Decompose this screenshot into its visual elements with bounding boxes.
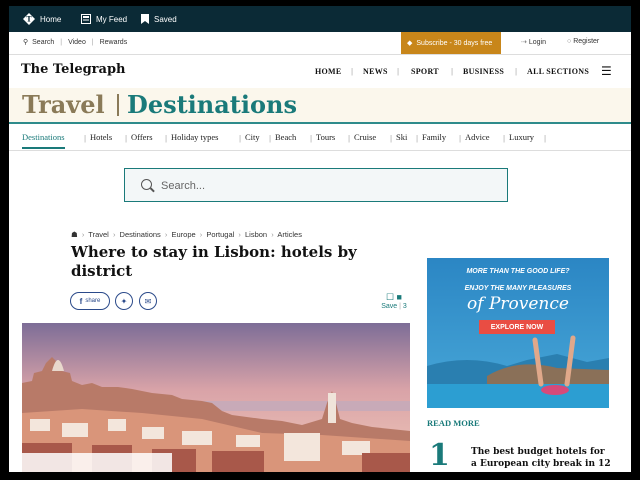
- svg-text:|: |: [125, 134, 127, 143]
- ad-subline: ENJOY THE MANY PLEASURES: [464, 285, 572, 292]
- explore-now-button[interactable]: EXPLORE NOW: [479, 320, 555, 334]
- feed-icon: [81, 14, 91, 24]
- crumb-articles[interactable]: Articles: [277, 230, 302, 239]
- divider: |: [91, 39, 94, 46]
- svg-text:|: |: [84, 134, 86, 143]
- section-title[interactable]: Travel: [22, 90, 105, 119]
- divider: |: [351, 67, 354, 76]
- section-banner: Travel Destinations: [9, 88, 631, 124]
- util-video-link[interactable]: Video: [68, 39, 86, 46]
- read-more-number: 1: [429, 438, 450, 472]
- topbar-my-feed-label: My Feed: [96, 14, 128, 24]
- svg-text:T: T: [26, 15, 32, 24]
- nav-sport[interactable]: SPORT: [411, 67, 439, 76]
- divider: |: [515, 67, 518, 76]
- save-button[interactable]: ☐ ■ Save | 3: [379, 292, 409, 310]
- util-rewards-link[interactable]: Rewards: [100, 39, 128, 46]
- crumb-separator: ›: [112, 230, 116, 239]
- search-icon: [141, 179, 152, 190]
- topbar-saved[interactable]: Saved: [141, 6, 177, 32]
- article-hero-image: [22, 323, 410, 472]
- crumb-separator: ›: [238, 230, 241, 239]
- top-bar: T Home My Feed Saved: [9, 6, 631, 32]
- svg-text:|: |: [310, 134, 312, 143]
- svg-text:|: |: [165, 134, 167, 143]
- svg-text:|: |: [459, 134, 461, 143]
- crumb-separator: ›: [81, 230, 85, 239]
- masthead: The Telegraph HOME | NEWS | SPORT | BUSI…: [9, 54, 631, 88]
- crumb-portugal[interactable]: Portugal: [206, 230, 234, 239]
- user-icon: ○: [567, 38, 572, 45]
- article-headline: Where to stay in Lisbon: hotels by distr…: [71, 243, 357, 280]
- subscribe-button[interactable]: ◆ Subscribe - 30 days free: [401, 32, 501, 54]
- nav-home[interactable]: HOME: [315, 67, 342, 76]
- search-input[interactable]: [159, 177, 493, 195]
- telegraph-logo[interactable]: The Telegraph: [21, 62, 126, 77]
- nav-news[interactable]: NEWS: [363, 67, 388, 76]
- ad-tagline: MORE THAN THE GOOD LIFE?: [466, 268, 570, 275]
- read-more-heading: READ MORE: [427, 418, 480, 428]
- read-more-item-title[interactable]: The best budget hotels for a European ci…: [471, 446, 611, 470]
- svg-text:|: |: [503, 134, 505, 143]
- svg-text:|: |: [544, 134, 546, 143]
- crumb-separator: ›: [164, 230, 168, 239]
- crumb-separator: ›: [199, 230, 203, 239]
- bookmark-icon: [141, 14, 149, 24]
- crumb-travel[interactable]: Travel: [88, 230, 109, 239]
- section-subnav: Destinations Hotels Offers Holiday types…: [9, 124, 631, 151]
- crumb-lisbon[interactable]: Lisbon: [245, 230, 267, 239]
- provence-ad[interactable]: MORE THAN THE GOOD LIFE? ENJOY THE MANY …: [427, 258, 609, 408]
- bookmark-icon: ☐ ■: [385, 292, 402, 302]
- email-share-button[interactable]: ✉: [139, 292, 157, 310]
- divider: [117, 94, 119, 116]
- breadcrumb: ☗ › Travel › Destinations › Europe › Por…: [71, 230, 304, 239]
- topbar-my-feed[interactable]: My Feed: [81, 6, 127, 32]
- crumb-europe[interactable]: Europe: [172, 230, 196, 239]
- browser-page: T Home My Feed Saved ⚲ Search | Video | R…: [9, 6, 631, 472]
- facebook-share-button[interactable]: f share: [70, 292, 110, 310]
- save-label: Save: [381, 303, 398, 310]
- topbar-saved-label: Saved: [154, 14, 177, 24]
- login-link[interactable]: ⇢ Login: [521, 38, 546, 46]
- svg-text:|: |: [390, 134, 392, 143]
- login-icon: ⇢: [521, 39, 527, 46]
- email-icon: ✉: [144, 296, 152, 306]
- utility-bar: ⚲ Search | Video | Rewards ◆ Subscribe - …: [9, 32, 631, 55]
- twitter-icon: ✦: [120, 296, 128, 306]
- nav-all-sections[interactable]: ALL SECTIONS: [527, 67, 589, 76]
- search-icon[interactable]: ⚲: [23, 39, 28, 46]
- register-label: Register: [573, 38, 600, 45]
- svg-text:|: |: [239, 134, 241, 143]
- menu-icon[interactable]: ☰: [601, 64, 612, 78]
- twitter-share-button[interactable]: ✦: [115, 292, 133, 310]
- divider: |: [451, 67, 454, 76]
- svg-text:|: |: [416, 134, 418, 143]
- divider: |: [397, 67, 400, 76]
- subsection-title[interactable]: Destinations: [127, 90, 297, 119]
- login-label: Login: [528, 39, 546, 46]
- subnav-dividers: | | | | | | | | | | | |: [84, 134, 546, 143]
- nav-business[interactable]: BUSINESS: [463, 67, 504, 76]
- share-label: share: [85, 298, 101, 304]
- ad-title: of Provence: [467, 294, 569, 314]
- register-link[interactable]: ○ Register: [567, 38, 599, 45]
- subscribe-label: Subscribe - 30 days free: [416, 39, 493, 47]
- comment-count[interactable]: 3: [403, 303, 407, 310]
- util-search-link[interactable]: Search: [32, 39, 54, 46]
- diamond-icon: ◆: [407, 40, 413, 47]
- facebook-icon: f: [79, 296, 83, 306]
- crumb-destinations[interactable]: Destinations: [120, 230, 161, 239]
- svg-text:|: |: [348, 134, 350, 143]
- search-box[interactable]: [124, 168, 508, 202]
- topbar-home-label: Home: [40, 14, 62, 24]
- divider: |: [60, 39, 63, 46]
- telegraph-t-icon: T: [23, 13, 35, 25]
- crumb-separator: ›: [271, 230, 274, 239]
- divider: |: [399, 303, 401, 310]
- home-icon[interactable]: ☗: [71, 230, 78, 239]
- topbar-home[interactable]: T Home: [23, 6, 61, 32]
- svg-text:|: |: [269, 134, 271, 143]
